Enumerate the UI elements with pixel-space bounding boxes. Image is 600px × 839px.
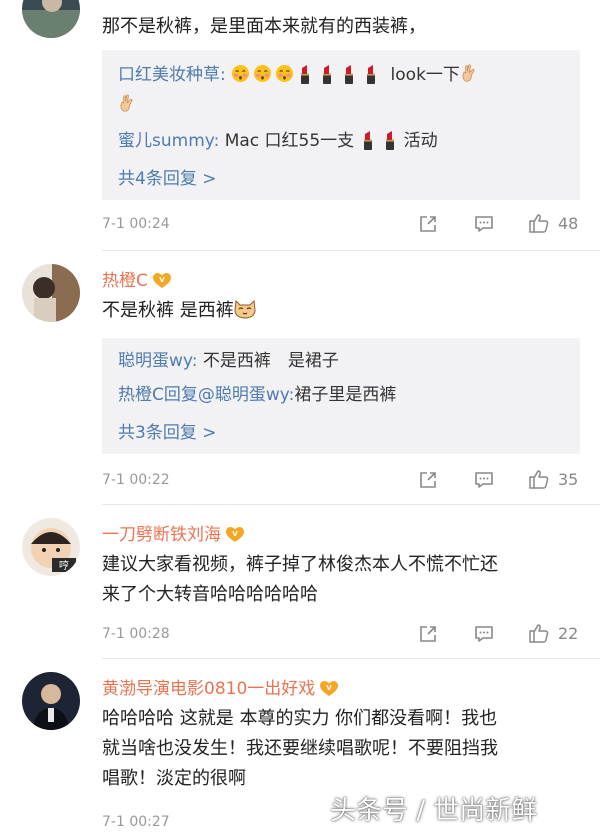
comment-meta: 7-1 00:22 35 xyxy=(102,468,580,492)
reply-text-suffix: 活动 xyxy=(403,131,438,151)
comment-text: 那不是秋裤，是里面本来就有的西装裤， xyxy=(102,16,426,37)
like-icon xyxy=(528,468,550,490)
username[interactable]: 黄渤导演电影0810一出好戏 xyxy=(102,674,339,699)
divider xyxy=(102,658,600,659)
blush-emoji-icon xyxy=(231,64,250,83)
like-count: 35 xyxy=(558,470,579,489)
avatar[interactable] xyxy=(22,264,80,322)
like-icon xyxy=(528,622,550,644)
reply-box[interactable]: 口红美妆种草: look一下 蜜儿summy: Mac 口红55一支 活动 共4… xyxy=(102,50,580,200)
comment-text: 建议大家看视频，裤子掉了林俊杰本人不慌不忙还 来了个大转音哈哈哈哈哈哈 xyxy=(102,554,498,605)
reply-item-continued xyxy=(118,92,568,118)
comment-meta: 7-1 00:28 22 xyxy=(102,622,580,646)
comment-text: 不是秋裤 是西裤 xyxy=(102,296,580,326)
reply-item[interactable]: 聪明蛋wy: 不是西裤 是裙子 xyxy=(118,348,568,374)
reply-box[interactable]: 聪明蛋wy: 不是西裤 是裙子 热橙C回复@聪明蛋wy:裙子里是西裤 共3条回复… xyxy=(102,338,580,454)
username[interactable]: 热橙C xyxy=(102,266,172,291)
victory-hand-emoji-icon xyxy=(118,94,137,113)
more-replies-link[interactable]: 共3条回复 > xyxy=(118,418,216,443)
avatar[interactable] xyxy=(22,0,80,38)
victory-hand-emoji-icon xyxy=(460,64,479,83)
share-icon[interactable] xyxy=(418,214,438,234)
cat-emoji-icon xyxy=(234,299,256,319)
comment-meta: 7-1 00:24 48 xyxy=(102,212,580,236)
divider xyxy=(102,250,600,251)
lipstick-emoji-icon xyxy=(297,64,313,84)
avatar[interactable] xyxy=(22,672,80,730)
comment-time: 7-1 00:24 xyxy=(102,216,170,232)
divider xyxy=(102,504,600,505)
like-icon xyxy=(528,212,550,234)
blush-emoji-icon xyxy=(275,64,294,83)
reply-author[interactable]: 热橙C回复@聪明蛋wy: xyxy=(118,385,294,405)
avatar-caption: 哼 xyxy=(59,559,69,572)
like-button[interactable]: 35 xyxy=(528,468,578,492)
comment-time: 7-1 00:22 xyxy=(102,472,170,488)
lipstick-emoji-icon xyxy=(363,64,379,84)
watermark: 头条号 / 世尚新鲜 xyxy=(330,796,538,826)
lipstick-emoji-icon xyxy=(319,64,335,84)
like-count: 22 xyxy=(558,624,579,643)
reply-text: look一下 xyxy=(390,65,460,85)
reply-author[interactable]: 口红美妆种草: xyxy=(118,65,226,85)
reply-author[interactable]: 聪明蛋wy: xyxy=(118,351,197,371)
share-icon[interactable] xyxy=(418,624,438,644)
vip-badge-icon xyxy=(152,271,172,289)
lipstick-emoji-icon xyxy=(360,130,376,150)
reply-item[interactable]: 蜜儿summy: Mac 口红55一支 活动 xyxy=(118,128,568,154)
comment-icon[interactable] xyxy=(474,214,494,234)
reply-item[interactable]: 热橙C回复@聪明蛋wy:裙子里是西裤 xyxy=(118,382,568,408)
username[interactable]: 一刀劈断铁刘海 xyxy=(102,520,245,545)
like-button[interactable]: 22 xyxy=(528,622,578,646)
more-replies-link[interactable]: 共4条回复 > xyxy=(118,164,216,189)
vip-badge-icon xyxy=(319,679,339,697)
reply-author[interactable]: 蜜儿summy: xyxy=(118,131,219,151)
comment-icon[interactable] xyxy=(474,470,494,490)
like-count: 48 xyxy=(558,214,579,233)
comment-text: 哈哈哈哈 这就是 本尊的实力 你们都没看啊！我也 就当啥也没发生！我还要继续唱歌… xyxy=(102,708,498,789)
reply-text: 不是西裤 是裙子 xyxy=(202,351,339,371)
reply-item[interactable]: 口红美妆种草: look一下 xyxy=(118,62,568,88)
like-button[interactable]: 48 xyxy=(528,212,578,236)
comment-time: 7-1 00:28 xyxy=(102,626,170,642)
blush-emoji-icon xyxy=(253,64,272,83)
share-icon[interactable] xyxy=(418,470,438,490)
lipstick-emoji-icon xyxy=(382,130,398,150)
reply-text: 裙子里是西裤 xyxy=(294,385,397,405)
vip-badge-icon xyxy=(225,525,245,543)
comment-icon[interactable] xyxy=(474,624,494,644)
lipstick-emoji-icon xyxy=(341,64,357,84)
comment-time: 7-1 00:27 xyxy=(102,814,170,830)
avatar[interactable]: 哼 xyxy=(22,518,80,576)
reply-text: Mac 口红55一支 xyxy=(224,131,355,151)
